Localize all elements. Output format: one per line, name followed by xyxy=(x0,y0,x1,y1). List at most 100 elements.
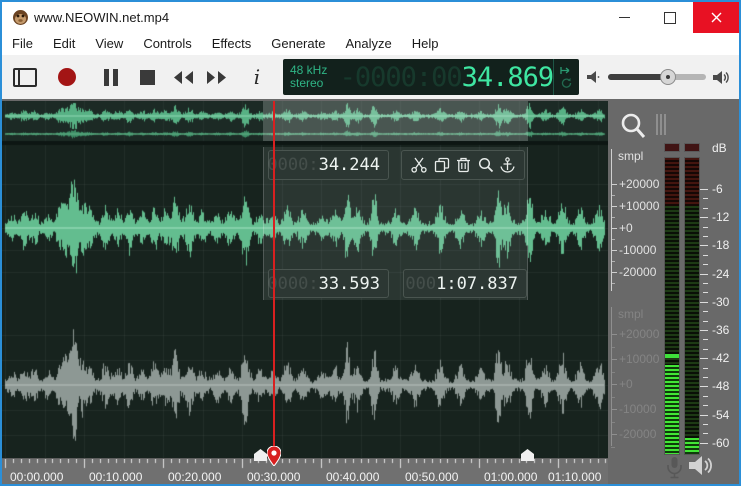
db-value-label: -36 xyxy=(712,323,729,337)
overview-selection-highlight[interactable] xyxy=(263,101,528,141)
menu-effects[interactable]: Effects xyxy=(202,33,262,55)
menu-view[interactable]: View xyxy=(85,33,133,55)
db-value-label: -42 xyxy=(712,351,729,365)
menu-file[interactable]: File xyxy=(2,33,43,55)
selection-start-ghost: 0000: xyxy=(267,274,318,294)
monitor-speaker-icon[interactable] xyxy=(688,455,714,476)
selection-toolbar xyxy=(401,150,525,180)
scale-tick xyxy=(611,384,617,385)
scale-tick xyxy=(611,272,617,273)
format-labels: 48 kHz stereo xyxy=(283,59,340,95)
selection-length-value: 34.244 xyxy=(319,155,380,175)
volume-max-button[interactable] xyxy=(710,55,734,99)
selection-start-box: 0000:33.593 xyxy=(268,269,389,298)
minimize-icon xyxy=(619,17,630,18)
db-value-label: -18 xyxy=(712,238,729,252)
volume-slider[interactable] xyxy=(608,74,706,80)
delete-icon[interactable] xyxy=(456,157,471,173)
menu-analyze[interactable]: Analyze xyxy=(335,33,401,55)
playhead-pin-icon xyxy=(267,446,281,466)
panel-toggle-button[interactable] xyxy=(10,55,40,99)
scale-value-label: -20000 xyxy=(619,427,656,441)
db-tick-minor xyxy=(703,283,708,284)
stop-button[interactable] xyxy=(132,55,162,99)
zoom-selection-icon[interactable] xyxy=(478,157,494,173)
scale-tick-minor xyxy=(611,397,615,398)
db-tick-major xyxy=(700,330,708,331)
main-toolbar: i 48 kHz stereo -0000:0034.869 xyxy=(2,55,739,100)
title-bar: www.NEOWIN.net.mp4 xyxy=(2,2,739,33)
db-tick-minor xyxy=(703,377,708,378)
ruler-label: 01:10.000 xyxy=(548,470,601,484)
db-tick-major xyxy=(700,358,708,359)
db-value-label: -24 xyxy=(712,267,729,281)
time-ruler[interactable]: 00:00.00000:10.00000:20.00000:30.00000:4… xyxy=(2,458,608,484)
scale-tick-minor xyxy=(611,372,615,373)
peak-indicator-left xyxy=(664,143,680,152)
menu-generate[interactable]: Generate xyxy=(261,33,335,55)
info-icon: i xyxy=(254,65,260,89)
record-button[interactable] xyxy=(52,55,82,99)
db-value-label: -54 xyxy=(712,408,729,422)
cut-icon[interactable] xyxy=(411,157,427,173)
db-tick-minor xyxy=(703,424,708,425)
db-value-label: -60 xyxy=(712,436,729,450)
speaker-high-icon xyxy=(713,70,731,85)
scale-tick-minor xyxy=(611,217,615,218)
db-tick-major xyxy=(700,386,708,387)
time-readout: -0000:0034.869 xyxy=(340,59,554,95)
anchor-icon[interactable] xyxy=(500,157,515,173)
copy-icon[interactable] xyxy=(434,157,450,173)
db-tick-minor xyxy=(703,339,708,340)
volume-slider-knob[interactable] xyxy=(660,69,676,85)
ruler-label: 00:50.000 xyxy=(405,470,458,484)
scale-tick-minor xyxy=(611,283,615,284)
scale-tick-minor xyxy=(611,347,615,348)
scale-value-label: -20000 xyxy=(619,265,656,279)
db-tick-minor xyxy=(703,321,708,322)
level-meter-right xyxy=(684,157,700,455)
time-display[interactable]: 48 kHz stereo -0000:0034.869 xyxy=(283,59,579,95)
db-tick-minor xyxy=(703,311,708,312)
scale-tick xyxy=(611,334,617,335)
rewind-button[interactable] xyxy=(166,55,200,99)
fast-forward-button[interactable] xyxy=(200,55,234,99)
scale-tick xyxy=(611,359,617,360)
zoom-tool-icon[interactable] xyxy=(618,111,648,141)
minimize-button[interactable] xyxy=(601,2,647,33)
volume-min-button[interactable] xyxy=(584,55,604,99)
db-tick-minor xyxy=(703,433,708,434)
menu-edit[interactable]: Edit xyxy=(43,33,85,55)
microphone-icon[interactable] xyxy=(666,456,683,479)
meter-panel: smpl+20000+10000+0-10000-20000 smpl+2000… xyxy=(608,99,739,484)
db-tick-major xyxy=(700,245,708,246)
follow-playhead-icon[interactable] xyxy=(560,66,573,75)
db-value-label: -12 xyxy=(712,210,729,224)
close-button[interactable] xyxy=(693,2,739,33)
loop-icon[interactable] xyxy=(561,78,572,88)
db-tick-minor xyxy=(703,208,708,209)
info-button[interactable]: i xyxy=(244,55,270,99)
playhead-pin[interactable] xyxy=(267,446,281,466)
db-tick-minor xyxy=(703,405,708,406)
scale-tick xyxy=(611,409,617,410)
selection-end-value: 1:07.837 xyxy=(436,274,518,294)
panel-grip-handle[interactable] xyxy=(656,114,666,135)
db-tick-minor xyxy=(703,227,708,228)
time-ghost-digits: -0000:00 xyxy=(340,62,462,93)
menu-controls[interactable]: Controls xyxy=(133,33,201,55)
db-tick-major xyxy=(700,443,708,444)
app-icon xyxy=(12,9,29,26)
playhead-line[interactable] xyxy=(273,101,275,458)
record-icon xyxy=(58,68,76,86)
menu-help[interactable]: Help xyxy=(402,33,449,55)
scale-tick xyxy=(611,228,617,229)
pause-button[interactable] xyxy=(96,55,126,99)
ruler-label: 00:10.000 xyxy=(89,470,142,484)
scale-tick-minor xyxy=(611,239,615,240)
maximize-button[interactable] xyxy=(647,2,693,33)
scale-tick-minor xyxy=(611,422,615,423)
db-unit-label: dB xyxy=(712,141,727,155)
stop-icon xyxy=(140,70,155,85)
scale-tick-minor xyxy=(611,195,615,196)
